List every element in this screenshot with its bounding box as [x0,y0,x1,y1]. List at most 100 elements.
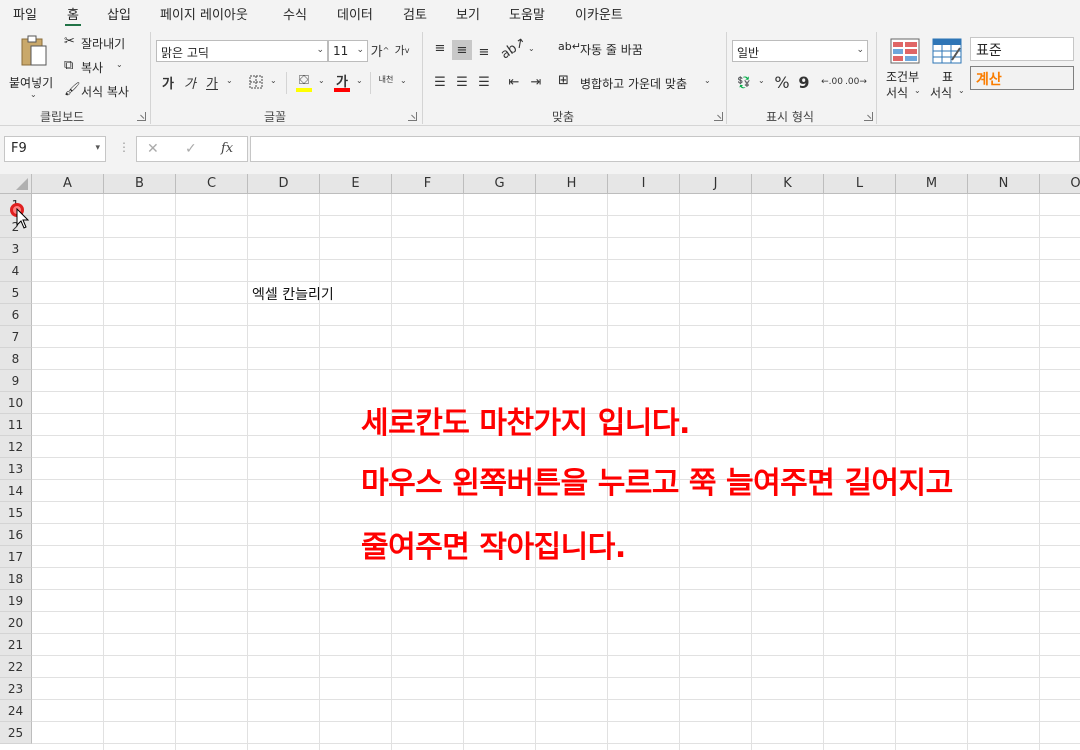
align-top-button[interactable]: ≡ [430,38,450,58]
row-header-8[interactable]: 8 [0,348,32,370]
row-header-23[interactable]: 23 [0,678,32,700]
fill-color-button[interactable]: ⛋ [294,70,314,90]
row-header-11[interactable]: 11 [0,414,32,436]
phonetic-button[interactable]: 내천 [376,70,396,90]
row-header-10[interactable]: 10 [0,392,32,414]
copy-button[interactable]: ⧉ 복사 ⌄ [64,58,136,76]
row-header-16[interactable]: 16 [0,524,32,546]
clipboard-launcher-icon[interactable] [137,112,146,121]
align-bottom-button[interactable]: ≡ [474,42,494,62]
tab-ecount[interactable]: 이카운트 [575,4,623,23]
row-header-7[interactable]: 7 [0,326,32,348]
cut-button[interactable]: ✂ 잘라내기 [64,34,136,52]
enter-icon[interactable]: ✓ [185,141,197,157]
row-header-3[interactable]: 3 [0,238,32,260]
row-header-24[interactable]: 24 [0,700,32,722]
chevron-down-icon[interactable]: ⌄ [318,76,325,85]
column-header-a[interactable]: A [32,174,104,194]
tab-insert[interactable]: 삽입 [107,4,131,23]
format-painter-button[interactable]: 🖌 서식 복사 [64,82,138,100]
row-header-21[interactable]: 21 [0,634,32,656]
row-header-13[interactable]: 13 [0,458,32,480]
tab-review[interactable]: 검토 [403,4,427,23]
row-header-12[interactable]: 12 [0,436,32,458]
row-header-4[interactable]: 4 [0,260,32,282]
chevron-down-icon[interactable]: ⌄ [226,76,233,85]
row-header-9[interactable]: 9 [0,370,32,392]
chevron-down-icon[interactable]: ⌄ [356,76,363,85]
cancel-icon[interactable]: ✕ [147,141,159,157]
column-header-f[interactable]: F [392,174,464,194]
cell-D5[interactable]: 엑셀 칸늘리기 [252,284,334,304]
column-header-c[interactable]: C [176,174,248,194]
percent-button[interactable]: % [772,72,792,92]
formula-input[interactable] [250,136,1080,162]
number-format-dropdown[interactable]: 일반 ⌄ [732,40,868,62]
accounting-format-button[interactable]: 💱 [734,72,754,92]
increase-decimal-button[interactable]: ← .00 [821,72,843,92]
select-all-button[interactable] [0,174,32,194]
column-header-g[interactable]: G [464,174,536,194]
column-header-h[interactable]: H [536,174,608,194]
tab-page-layout[interactable]: 페이지 레이아웃 [160,4,248,23]
insert-function-icon[interactable]: fx [221,141,233,156]
row-header-19[interactable]: 19 [0,590,32,612]
font-color-button[interactable]: 가 [332,70,352,90]
worksheet-grid[interactable]: ABCDEFGHIJKLMNO 123456789101112131415161… [0,174,1080,750]
comma-button[interactable]: 9 [794,72,814,92]
wrap-text-button[interactable]: ab↵ 자동 줄 바꿈 [558,40,658,60]
column-header-b[interactable]: B [104,174,176,194]
borders-button[interactable] [246,72,266,92]
align-middle-button[interactable]: ≡ [452,40,472,60]
chevron-down-icon[interactable]: ⌄ [528,44,535,53]
row-header-6[interactable]: 6 [0,304,32,326]
font-launcher-icon[interactable] [408,112,417,121]
column-header-m[interactable]: M [896,174,968,194]
column-header-l[interactable]: L [824,174,896,194]
row-header-22[interactable]: 22 [0,656,32,678]
underline-button[interactable]: 가 [202,72,222,92]
column-header-i[interactable]: I [608,174,680,194]
italic-button[interactable]: 가 [180,72,200,92]
row-header-18[interactable]: 18 [0,568,32,590]
merge-center-button[interactable]: ⊞ 병합하고 가운데 맞춤 ⌄ [558,73,718,94]
bold-button[interactable]: 가 [158,72,178,92]
tab-formulas[interactable]: 수식 [283,4,307,23]
orientation-button[interactable]: ab↗ [499,34,530,62]
grow-font-button[interactable]: 가 ^ [370,40,390,60]
format-as-table-button[interactable]: 표 서식 ⌄ [928,36,968,102]
align-right-button[interactable]: ☰ [474,72,494,92]
column-header-k[interactable]: K [752,174,824,194]
name-box[interactable]: F9 ▾ [4,136,106,162]
style-calculation[interactable]: 계산 [970,66,1074,90]
align-center-button[interactable]: ☰ [452,72,472,92]
row-header-17[interactable]: 17 [0,546,32,568]
column-header-d[interactable]: D [248,174,320,194]
column-header-j[interactable]: J [680,174,752,194]
font-name-dropdown[interactable]: 맑은 고딕 ⌄ [156,40,328,62]
paste-button[interactable]: 붙여넣기 ⌄ [8,32,58,102]
decrease-decimal-button[interactable]: .00 → [845,72,867,92]
tab-data[interactable]: 데이터 [337,4,373,23]
conditional-formatting-button[interactable]: 조건부 서식 ⌄ [884,36,926,102]
splitter-icon[interactable]: ⋮ [118,140,130,154]
font-size-dropdown[interactable]: 11 ⌄ [328,40,368,62]
row-header-15[interactable]: 15 [0,502,32,524]
chevron-down-icon[interactable]: ⌄ [400,76,407,85]
tab-file[interactable]: 파일 [13,4,37,23]
row-header-25[interactable]: 25 [0,722,32,744]
column-header-o[interactable]: O [1040,174,1080,194]
column-header-e[interactable]: E [320,174,392,194]
style-normal[interactable]: 표준 [970,37,1074,61]
row-header-14[interactable]: 14 [0,480,32,502]
decrease-indent-button[interactable]: ⇤ [504,72,524,92]
chevron-down-icon[interactable]: ⌄ [270,76,277,85]
shrink-font-button[interactable]: 가v [392,40,412,60]
row-header-20[interactable]: 20 [0,612,32,634]
number-launcher-icon[interactable] [864,112,873,121]
tab-help[interactable]: 도움말 [509,4,545,23]
increase-indent-button[interactable]: ⇥ [526,72,546,92]
column-header-n[interactable]: N [968,174,1040,194]
tab-view[interactable]: 보기 [456,4,480,23]
align-left-button[interactable]: ☰ [430,72,450,92]
